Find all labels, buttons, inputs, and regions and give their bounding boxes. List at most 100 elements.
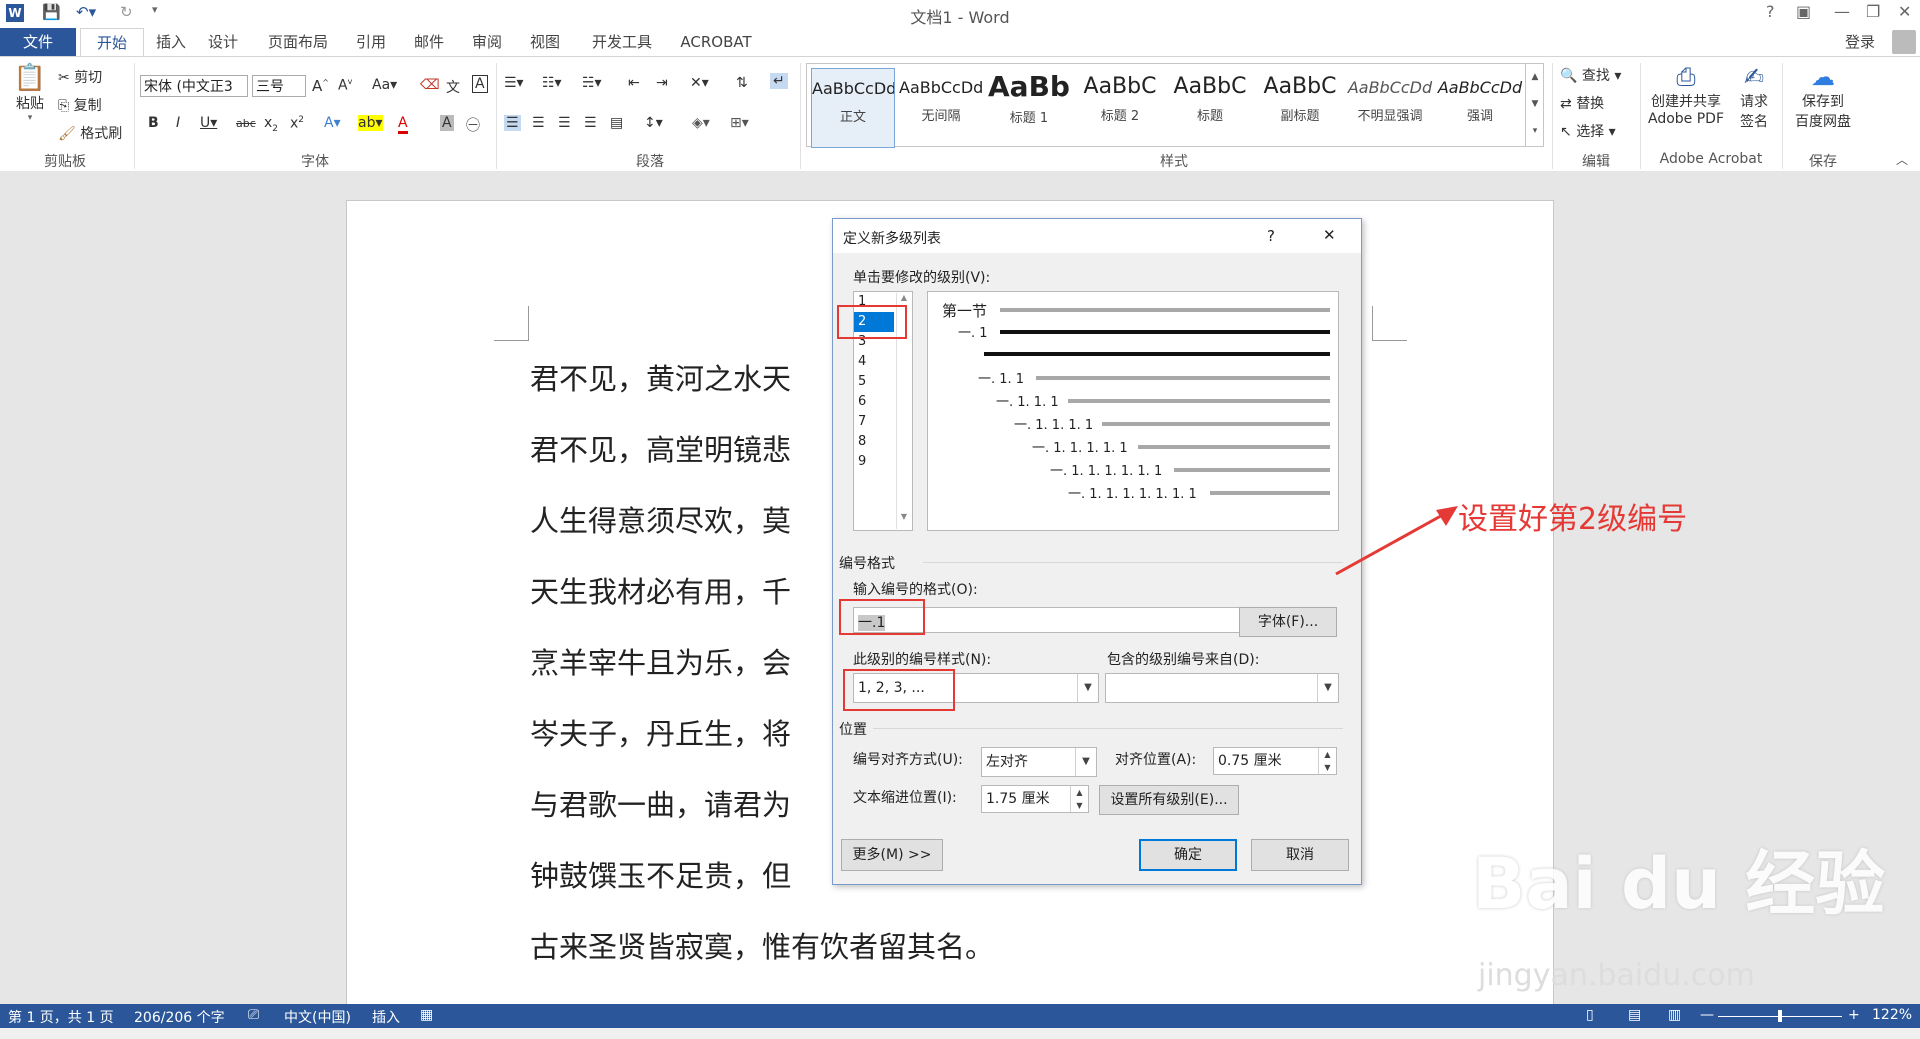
align-at-spinner[interactable]: 0.75 厘米 ▲ ▼ [1213,747,1337,775]
select-button[interactable]: ↖ 选择 ▾ [1560,121,1616,141]
read-mode-icon[interactable]: ▯ [1586,1007,1594,1023]
font-name-combo[interactable]: 宋体 (中文正3 [140,75,248,97]
font-button[interactable]: 字体(F)... [1239,607,1337,637]
grow-font-icon[interactable]: A^ [312,77,329,95]
align-left-icon[interactable]: ☰ [504,115,521,131]
strikethrough-icon[interactable]: abc [236,117,256,130]
request-sign-button[interactable]: ✍ 请求 签名 [1730,63,1778,131]
style-normal[interactable]: AaBbCcDd 正文 [811,68,895,148]
tab-file[interactable]: 文件 [0,28,76,56]
doc-line[interactable]: 烹羊宰牛且为乐，会 [530,640,791,682]
minimize-icon[interactable]: — [1834,2,1850,21]
style-subtitle[interactable]: AaBbC 副标题 [1257,68,1343,148]
doc-line[interactable]: 钟鼓馔玉不足贵，但 [530,853,791,895]
shading-icon[interactable]: ◈▾ [692,115,710,131]
shrink-font-icon[interactable]: Av [338,77,352,94]
sort-icon[interactable]: ⇅ [736,75,748,91]
tab-developer[interactable]: 开发工具 [580,28,664,56]
page-count[interactable]: 第 1 页，共 1 页 [8,1007,114,1027]
tab-review[interactable]: 审阅 [464,28,510,56]
spinner-arrows-icon[interactable]: ▲ ▼ [1318,748,1336,774]
phonetic-guide-icon[interactable]: 文 [446,77,460,97]
style-no-spacing[interactable]: AaBbCcDd 无间隔 [899,68,983,148]
redo-icon[interactable]: ↻ [120,3,133,25]
char-shading-icon[interactable]: A [440,115,454,131]
doc-line[interactable]: 岑夫子，丹丘生，将 [530,711,791,753]
macro-record-icon[interactable]: ▦ [420,1007,433,1023]
char-border-icon[interactable]: A [472,75,488,93]
doc-line[interactable]: 与君歌一曲，请君为 [530,782,791,824]
avatar[interactable] [1892,30,1916,54]
tab-insert[interactable]: 插入 [146,28,196,56]
language-status[interactable]: 中文(中国) [284,1007,351,1027]
distributed-icon[interactable]: ▤ [610,115,623,131]
doc-line[interactable]: 古来圣贤皆寂寞，惟有饮者留其名。 [530,924,994,966]
style-heading-1[interactable]: AaBb 标题 1 [987,68,1071,148]
collapse-ribbon-icon[interactable]: ︿ [1896,151,1908,168]
align-center-icon[interactable]: ☰ [532,115,545,131]
show-marks-icon[interactable]: ↵ [770,73,788,89]
proofing-icon[interactable]: ⎚ [248,1007,259,1023]
style-subtle-emphasis[interactable]: AaBbCcDd 不明显强调 [1347,68,1433,148]
tab-acrobat[interactable]: ACROBAT [676,28,756,56]
tab-home[interactable]: 开始 [80,28,144,57]
bullets-icon[interactable]: ☰▾ [504,75,524,91]
include-level-select[interactable]: ▼ [1105,673,1339,703]
doc-line[interactable]: 天生我材必有用，千 [530,569,791,611]
doc-line[interactable]: 君不见，黄河之水天 [530,356,791,398]
cut-button[interactable]: ✂ 剪切 [58,67,102,87]
undo-icon[interactable]: ↶▾ [76,3,96,25]
copy-button[interactable]: ⎘ 复制 [58,95,102,115]
style-heading-2[interactable]: AaBbC 标题 2 [1077,68,1163,148]
text-effects-icon[interactable]: A▾ [324,115,341,131]
doc-line[interactable]: 人生得意须尽欢，莫 [530,498,791,540]
zoom-level[interactable]: 122% [1872,1007,1912,1023]
ok-button[interactable]: 确定 [1139,839,1237,871]
login-link[interactable]: 登录 [1838,28,1882,56]
font-size-combo[interactable]: 三号 [252,75,306,97]
close-window-icon[interactable]: ✕ [1898,2,1911,21]
borders-icon[interactable]: ⊞▾ [730,115,749,131]
bold-icon[interactable]: B [148,115,159,131]
clear-format-icon[interactable]: ⌫ [420,77,440,93]
print-layout-icon[interactable]: ▤ [1628,1007,1641,1023]
zoom-slider-thumb[interactable] [1778,1010,1782,1022]
numbering-icon[interactable]: ☷▾ [542,75,562,91]
cancel-button[interactable]: 取消 [1251,839,1349,871]
tab-layout[interactable]: 页面布局 [258,28,338,56]
styles-scroll[interactable]: ▲ ▼ ▾ [1525,64,1544,146]
justify-icon[interactable]: ☰ [584,115,597,131]
tab-view[interactable]: 视图 [522,28,568,56]
customize-qat-icon[interactable]: ▾ [152,3,158,25]
word-count[interactable]: 206/206 个字 [134,1007,225,1027]
chinese-layout-icon[interactable]: ✕▾ [690,75,709,91]
enclose-chars-icon[interactable]: ㊀ [466,115,480,135]
multilevel-list-icon[interactable]: ☵▾ [582,75,602,91]
tab-mailings[interactable]: 邮件 [406,28,452,56]
restore-icon[interactable]: ❐ [1866,2,1880,21]
paste-dropdown-icon[interactable]: ▾ [10,113,50,123]
doc-line[interactable]: 君不见，高堂明镜悲 [530,427,791,469]
web-layout-icon[interactable]: ▥ [1668,1007,1681,1023]
tab-references[interactable]: 引用 [348,28,394,56]
align-right-icon[interactable]: ☰ [558,115,571,131]
more-button[interactable]: 更多(M) >> [841,839,943,871]
save-icon[interactable]: 💾 [42,3,61,25]
increase-indent-icon[interactable]: ⇥ [656,75,668,91]
zoom-in-icon[interactable]: + [1848,1007,1860,1023]
dialog-close-button[interactable]: ✕ [1323,226,1336,244]
font-color-icon[interactable]: A [398,115,408,134]
style-title[interactable]: AaBbC 标题 [1167,68,1253,148]
spinner-arrows-icon[interactable]: ▲ ▼ [1070,786,1088,812]
help-button[interactable]: ? [1766,2,1775,21]
indent-spinner[interactable]: 1.75 厘米 ▲ ▼ [981,785,1089,813]
line-spacing-icon[interactable]: ↕▾ [644,115,663,131]
tab-design[interactable]: 设计 [200,28,246,56]
zoom-out-icon[interactable]: — [1700,1007,1714,1023]
find-button[interactable]: 🔍 查找 ▾ [1560,65,1621,85]
underline-icon[interactable]: U▾ [200,115,217,131]
save-to-baidu-button[interactable]: ☁ 保存到 百度网盘 [1788,63,1858,131]
style-emphasis[interactable]: AaBbCcDd 强调 [1437,68,1523,148]
insert-mode-status[interactable]: 插入 [372,1007,400,1027]
dialog-help-button[interactable]: ? [1267,227,1275,245]
